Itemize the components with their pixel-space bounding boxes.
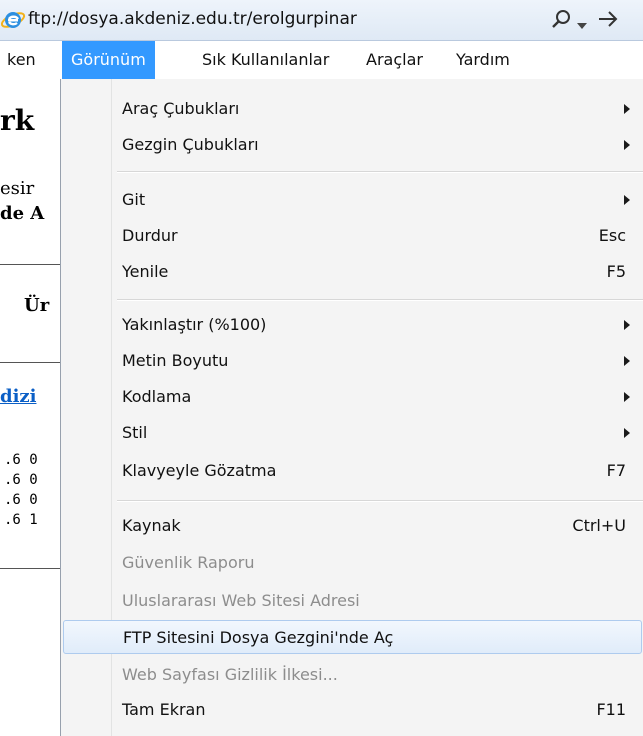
submenu-arrow-icon [624,356,630,366]
chevron-down-icon[interactable] [577,16,587,29]
submenu-arrow-icon [624,392,630,402]
divider [0,264,60,265]
menu-item-tam-ekran[interactable]: Tam Ekran F11 [61,693,643,727]
menu-item-label: Tam Ekran [122,700,206,719]
menu-yardim[interactable]: Yardım [447,41,519,79]
web-page-content: rk esir de A Ür dizi .6 0 .6 0 .6 0 .6 1 [0,79,60,736]
parent-directory-link[interactable]: dizi [0,386,36,407]
shortcut-text: F11 [596,700,626,719]
menu-separator [117,500,643,502]
shortcut-text: Esc [598,226,626,245]
shortcut-text: F7 [606,461,626,480]
menu-item-label: Git [122,190,146,209]
menu-araclar[interactable]: Araçlar [357,41,432,79]
menu-item-uluslararasi-web-sitesi-adresi: Uluslararası Web Sitesi Adresi [61,584,643,618]
divider [0,568,60,569]
menu-item-label: Yenile [122,262,169,281]
menu-item-label: Web Sayfası Gizlilik İlkesi... [122,665,338,684]
menu-item-label: Güvenlik Raporu [122,553,255,572]
menu-item-label: Kaynak [122,516,181,535]
page-text: de A [0,203,45,224]
menu-item-guvenlik-raporu: Güvenlik Raporu [61,546,643,580]
internet-explorer-icon [0,8,26,32]
submenu-arrow-icon [624,428,630,438]
menu-item-kaynak[interactable]: Kaynak Ctrl+U [61,509,643,543]
menu-item-gezgin-cubuklari[interactable]: Gezgin Çubukları [61,128,643,162]
listing-row: .6 0 [4,492,38,508]
menu-gorunum[interactable]: Görünüm [62,41,155,79]
url-field[interactable]: ftp://dosya.akdeniz.edu.tr/erolgurpinar [28,9,357,29]
search-icon[interactable] [551,8,573,30]
menu-item-yenile[interactable]: Yenile F5 [61,255,643,289]
menu-item-label: Klavyeyle Gözatma [122,461,277,480]
menu-separator [117,171,643,173]
shortcut-text: F5 [606,262,626,281]
shortcut-text: Ctrl+U [572,516,626,535]
menu-item-gizlilik-ilkesi: Web Sayfası Gizlilik İlkesi... [61,658,643,692]
menu-item-label: Araç Çubukları [122,99,240,118]
go-arrow-icon[interactable] [597,9,619,29]
menu-item-stil[interactable]: Stil [61,416,643,450]
view-menu-dropdown: Araç Çubukları Gezgin Çubukları Git Durd… [60,79,643,736]
menu-item-label: Yakınlaştır (%100) [122,315,267,334]
menu-item-label: Uluslararası Web Sitesi Adresi [122,591,360,610]
submenu-arrow-icon [624,104,630,114]
listing-row: .6 0 [4,472,38,488]
page-heading: rk [0,104,35,137]
menu-item-metin-boyutu[interactable]: Metin Boyutu [61,344,643,378]
menu-item-label: FTP Sitesini Dosya Gezgini'nde Aç [123,628,394,647]
menu-item-kodlama[interactable]: Kodlama [61,380,643,414]
menu-item-yakinlastir[interactable]: Yakınlaştır (%100) [61,308,643,342]
menu-bar: ken Görünüm Sık Kullanılanlar Araçlar Ya… [0,41,643,79]
menu-separator [117,299,643,301]
menu-sik-kullanilanlar[interactable]: Sık Kullanılanlar [193,41,338,79]
menu-item-arac-cubuklari[interactable]: Araç Çubukları [61,92,643,126]
menu-item-label: Metin Boyutu [122,351,229,370]
address-bar-controls [551,6,643,34]
submenu-arrow-icon [624,195,630,205]
menu-item-durdur[interactable]: Durdur Esc [61,219,643,253]
menu-item-ftp-dosya-gezgini[interactable]: FTP Sitesini Dosya Gezgini'nde Aç [63,620,642,654]
divider [0,362,60,363]
column-header: Ür [24,295,50,316]
address-bar: ftp://dosya.akdeniz.edu.tr/erolgurpinar [0,0,643,41]
page-text: esir [0,178,35,199]
menu-duzen[interactable]: ken [0,41,45,79]
listing-row: .6 0 [4,452,38,468]
menu-item-label: Stil [122,423,148,442]
menu-item-label: Gezgin Çubukları [122,135,259,154]
menu-item-git[interactable]: Git [61,183,643,217]
submenu-arrow-icon [624,140,630,150]
submenu-arrow-icon [624,320,630,330]
menu-item-label: Durdur [122,226,178,245]
menu-item-klavyeyle-gozatma[interactable]: Klavyeyle Gözatma F7 [61,454,643,488]
listing-row: .6 1 [4,512,38,528]
menu-item-label: Kodlama [122,387,192,406]
